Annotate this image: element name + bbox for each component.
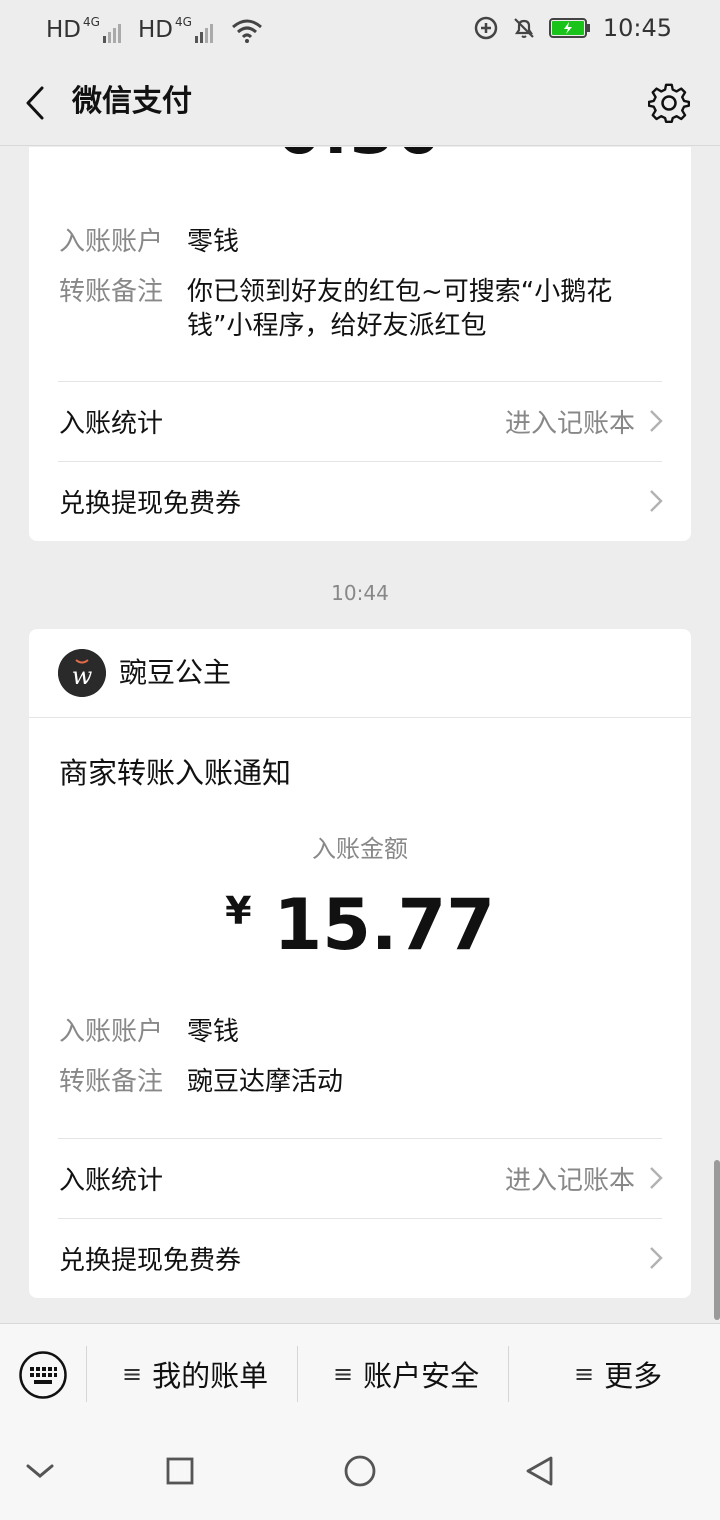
- field-remark: 转账备注 你已领到好友的红包~可搜索“小鹅花钱”小程序，给好友派红包: [59, 275, 659, 343]
- row-withdraw-coupon[interactable]: 兑换提现免费券: [59, 1219, 663, 1297]
- message-list[interactable]: 0.30 入账账户 零钱 转账备注 你已领到好友的红包~可搜索“小鹅花钱”小程序…: [0, 147, 720, 1323]
- sim2-network-label: 4G: [174, 15, 192, 29]
- menu-lines-icon: ≡: [574, 1360, 595, 1388]
- chevron-right-icon: [650, 410, 663, 432]
- scrollbar[interactable]: [714, 1160, 720, 1320]
- back-chevron-icon[interactable]: [20, 82, 52, 124]
- field-value: 零钱: [187, 227, 240, 257]
- wifi-icon: [231, 19, 262, 43]
- gear-icon[interactable]: [648, 82, 690, 124]
- amount-label: 入账金额: [312, 835, 408, 863]
- chevron-right-icon: [650, 1167, 663, 1189]
- page-title: 微信支付: [72, 84, 192, 119]
- home-circle-icon[interactable]: [343, 1455, 377, 1489]
- sim1-hd-label: HD: [46, 17, 82, 43]
- status-right: 10:45: [473, 14, 672, 42]
- battery-charging-icon: [548, 18, 590, 38]
- amount-value: 15.77: [273, 884, 495, 966]
- signal-icon: [194, 24, 213, 43]
- row-label: 兑换提现免费券: [59, 1245, 242, 1276]
- keyboard-icon[interactable]: [18, 1350, 68, 1400]
- field-value: 你已领到好友的红包~可搜索“小鹅花钱”小程序，给好友派红包: [187, 277, 613, 341]
- menu-lines-icon: ≡: [333, 1360, 354, 1388]
- row-extra: 进入记账本: [504, 408, 635, 439]
- sim1-network-label: 4G: [83, 15, 100, 29]
- back-triangle-icon[interactable]: [523, 1455, 557, 1489]
- payment-card-merchant: w 豌豆公主 商家转账入账通知 入账金额 ¥15.77 入账账户 零钱 转账备注…: [29, 629, 691, 1298]
- menu-separator: [86, 1346, 87, 1402]
- menu-label: 更多: [604, 1359, 663, 1393]
- currency-symbol: ¥: [225, 889, 252, 933]
- field-key: 入账账户: [59, 227, 164, 257]
- recents-square-icon[interactable]: [164, 1455, 196, 1487]
- signal-icon: [102, 24, 121, 43]
- status-bar: HD 4G HD 4G 10:45: [0, 0, 720, 60]
- field-account: 入账账户 零钱: [59, 1015, 659, 1049]
- merchant-name: 豌豆公主: [119, 656, 232, 689]
- amount-display: ¥15.77: [29, 881, 691, 969]
- field-value: 豌豆达摩活动: [187, 1067, 344, 1097]
- menu-my-bills[interactable]: ≡ 我的账单: [122, 1352, 268, 1396]
- sim2-hd-label: HD: [137, 17, 173, 43]
- menu-separator: [508, 1346, 509, 1402]
- row-income-stats[interactable]: 入账统计 进入记账本: [59, 382, 663, 460]
- field-key: 入账账户: [59, 1017, 164, 1047]
- menu-label: 我的账单: [152, 1359, 269, 1393]
- nav-bar: 微信支付: [0, 60, 720, 146]
- row-income-stats[interactable]: 入账统计 进入记账本: [59, 1139, 663, 1217]
- merchant-header[interactable]: w 豌豆公主: [29, 629, 691, 718]
- menu-lines-icon: ≡: [122, 1360, 143, 1388]
- field-key: 转账备注: [59, 277, 164, 307]
- merchant-logo: w: [58, 649, 106, 697]
- row-label: 兑换提现免费券: [59, 488, 242, 519]
- bottom-menu: ≡ 我的账单 ≡ 账户安全 ≡ 更多: [0, 1323, 720, 1423]
- field-remark: 转账备注 豌豆达摩活动: [59, 1065, 659, 1099]
- sim2-signal: HD 4G: [138, 16, 216, 44]
- row-label: 入账统计: [59, 408, 164, 439]
- system-navigation-bar: [0, 1423, 720, 1520]
- status-time: 10:45: [602, 14, 672, 42]
- mute-icon: [514, 18, 534, 38]
- menu-label: 账户安全: [363, 1359, 480, 1393]
- menu-more[interactable]: ≡ 更多: [574, 1352, 662, 1396]
- time-separator: 10:44: [331, 581, 389, 605]
- collapse-chevron-icon[interactable]: [24, 1455, 56, 1487]
- status-left: HD 4G HD 4G: [46, 16, 264, 44]
- notice-title: 商家转账入账通知: [59, 756, 292, 790]
- row-label: 入账统计: [59, 1165, 164, 1196]
- menu-separator: [297, 1346, 298, 1402]
- row-extra: 进入记账本: [504, 1165, 635, 1196]
- chevron-right-icon: [650, 490, 663, 512]
- svg-text:w: w: [72, 662, 93, 690]
- menu-account-security[interactable]: ≡ 账户安全: [333, 1352, 479, 1396]
- sim1-signal: HD 4G: [46, 16, 124, 44]
- data-saver-icon: [474, 16, 498, 40]
- chevron-right-icon: [650, 1247, 663, 1269]
- amount-value-partial: 0.30: [29, 147, 691, 169]
- row-withdraw-coupon[interactable]: 兑换提现免费券: [59, 462, 663, 540]
- field-value: 零钱: [187, 1017, 240, 1047]
- field-key: 转账备注: [59, 1067, 164, 1097]
- payment-card-previous: 0.30 入账账户 零钱 转账备注 你已领到好友的红包~可搜索“小鹅花钱”小程序…: [29, 147, 691, 541]
- field-account: 入账账户 零钱: [59, 225, 659, 259]
